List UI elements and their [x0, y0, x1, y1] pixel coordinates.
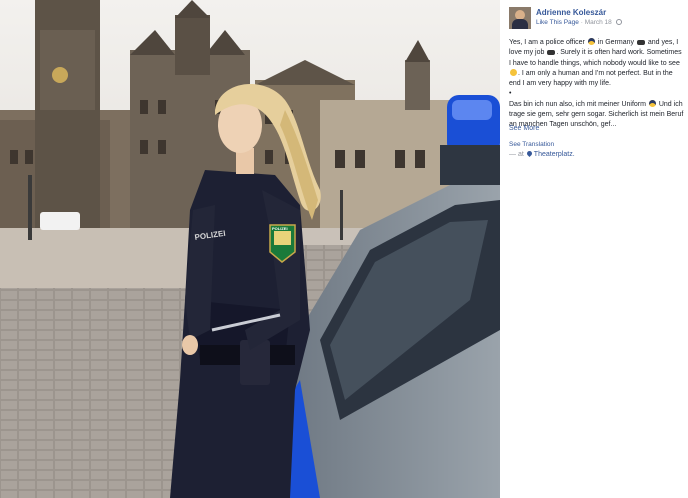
post-text-2a: Das bin ich nun also, ich mit meiner Uni…: [509, 100, 646, 108]
post-meta: Like This Page · March 18: [536, 19, 622, 26]
location-link[interactable]: Theaterplatz.: [534, 151, 575, 158]
bullet: •: [509, 90, 512, 98]
see-translation-link[interactable]: See Translation: [509, 141, 554, 148]
location-pin-icon: [525, 149, 533, 158]
see-more-link[interactable]: See More: [509, 125, 539, 132]
post-date[interactable]: March 18: [585, 19, 612, 26]
author-avatar[interactable]: [509, 7, 531, 29]
globe-icon: [615, 19, 622, 25]
post-sidebar: Adrienne Koleszár Like This Page · March…: [500, 0, 688, 498]
location-line: — at Theaterplatz.: [509, 149, 575, 158]
germany-flag-icon: [636, 40, 645, 45]
post-text-1a: Yes, I am a police officer: [509, 39, 585, 46]
police-officer-emoji-icon: [587, 38, 595, 45]
sad-face-emoji-icon: [510, 68, 517, 76]
author-name[interactable]: Adrienne Koleszár: [536, 8, 606, 17]
badge-text: POLIZEI: [272, 226, 288, 231]
post-text-1b: in Germany: [597, 39, 634, 46]
police-car-emoji-icon: [547, 50, 556, 56]
post-text: Yes, I am a police officer in Germany an…: [509, 38, 685, 131]
location-prefix: — at: [509, 151, 524, 158]
post-photo[interactable]: POLIZEI POLIZEI: [0, 0, 500, 498]
meta-separator: ·: [580, 19, 583, 26]
like-page-link[interactable]: Like This Page: [536, 19, 579, 26]
police-officer-emoji-icon-2: [648, 99, 656, 107]
post-text-1e: . I am only a human and I'm not perfect.…: [509, 69, 673, 88]
